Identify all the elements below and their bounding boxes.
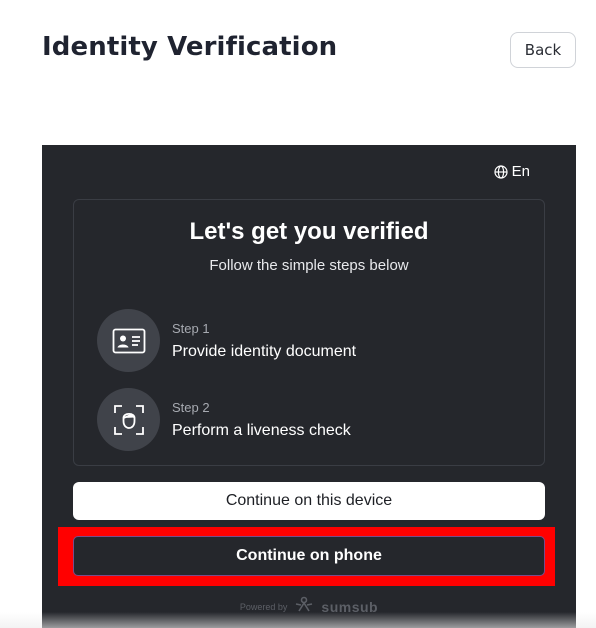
card-subtitle: Follow the simple steps below xyxy=(209,257,409,274)
steps-card: Let's get you verified Follow the simple… xyxy=(73,199,545,466)
step-description: Provide identity document xyxy=(172,342,357,360)
id-card-icon xyxy=(97,309,160,372)
powered-by-label: Powered by xyxy=(239,601,288,612)
globe-icon xyxy=(494,164,508,179)
verification-widget: En Let's get you verified Follow the sim… xyxy=(42,145,576,628)
back-button[interactable]: Back xyxy=(510,32,576,68)
language-switcher[interactable]: En xyxy=(494,163,530,180)
face-scan-icon xyxy=(97,388,160,451)
continue-on-phone-button[interactable]: Continue on phone xyxy=(73,536,545,576)
step-label: Step 1 xyxy=(172,320,210,336)
step-item: Step 1 Provide identity document xyxy=(97,309,356,372)
step-description: Perform a liveness check xyxy=(172,421,351,439)
language-label: En xyxy=(511,163,530,180)
continue-on-device-button[interactable]: Continue on this device xyxy=(73,482,545,520)
step-label: Step 2 xyxy=(172,399,210,415)
step-item: Step 2 Perform a liveness check xyxy=(97,388,351,451)
page-title: Identity Verification xyxy=(42,32,338,62)
card-title: Let's get you verified xyxy=(189,218,429,245)
bottom-fade xyxy=(0,612,596,628)
